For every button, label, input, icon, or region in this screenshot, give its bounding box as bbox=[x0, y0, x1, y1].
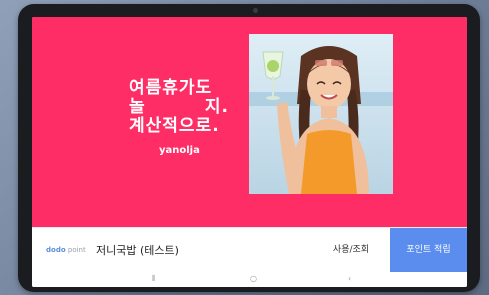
recent-apps-icon[interactable]: ⦀ bbox=[152, 273, 156, 285]
android-nav-bar: ⦀ ○ ‹ bbox=[32, 272, 467, 287]
slogan-line-3: 계산적으로. bbox=[129, 116, 220, 136]
earn-points-button[interactable]: 포인트 적립 bbox=[390, 228, 467, 273]
banner-slogan: 여름휴가도 놀 지. 계산적으로. bbox=[129, 79, 244, 136]
slogan-line-1: 여름휴가도 bbox=[129, 78, 213, 98]
point-action-bar: dodo point 저니국밥 (테스트) 사용/조회 포인트 적립 bbox=[32, 227, 467, 273]
home-icon[interactable]: ○ bbox=[250, 273, 257, 285]
banner-photo bbox=[249, 34, 393, 194]
dodo-logo-word: dodo bbox=[46, 246, 66, 254]
slogan-line-2-a: 놀 bbox=[129, 97, 146, 117]
slogan-line-2-b: 지. bbox=[204, 97, 229, 117]
store-name: 저니국밥 (테스트) bbox=[96, 244, 179, 257]
back-icon[interactable]: ‹ bbox=[348, 273, 351, 285]
slogan-line-2: 놀 지. bbox=[129, 98, 229, 117]
dodo-point-logo: dodo point bbox=[46, 246, 86, 254]
promo-banner[interactable]: 여름휴가도 놀 지. 계산적으로. yanolja bbox=[32, 17, 467, 227]
use-lookup-button[interactable]: 사용/조회 bbox=[318, 238, 384, 262]
woman-with-drink-illustration bbox=[249, 34, 393, 194]
tablet-screen: 여름휴가도 놀 지. 계산적으로. yanolja dodo point 저니국… bbox=[32, 17, 467, 287]
yanolja-logo: yanolja bbox=[159, 145, 200, 156]
point-logo-word: point bbox=[67, 246, 86, 254]
front-camera bbox=[253, 8, 258, 13]
tablet-device: 여름휴가도 놀 지. 계산적으로. yanolja dodo point 저니국… bbox=[18, 4, 480, 292]
